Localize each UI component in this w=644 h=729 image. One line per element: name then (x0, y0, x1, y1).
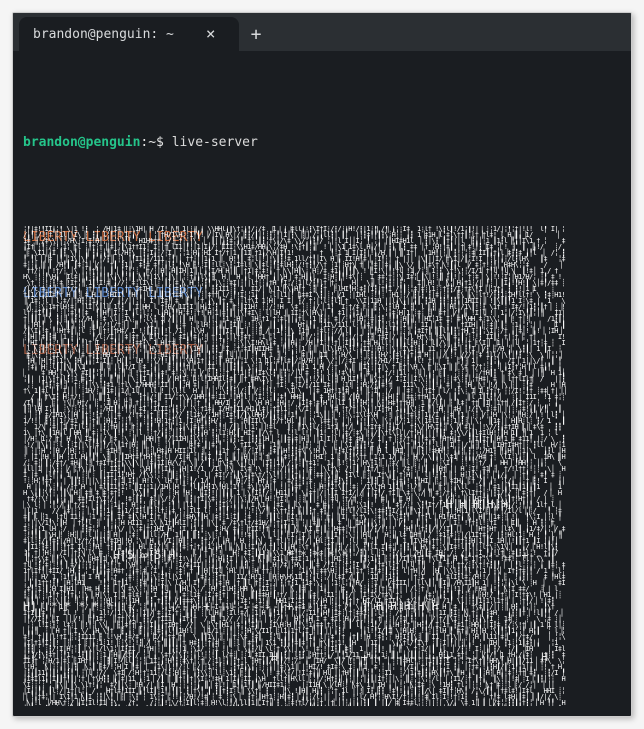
close-icon[interactable]: × (202, 24, 220, 44)
prompt-line: brandon@penguin:~$ live-server (23, 134, 621, 153)
plus-icon: + (251, 24, 262, 45)
terminal-tab[interactable]: brandon@penguin: ~ × (19, 17, 239, 51)
new-tab-button[interactable]: + (239, 17, 273, 51)
prompt-user-host: brandon@penguin (23, 135, 140, 150)
terminal-window: brandon@penguin: ~ × + brandon@penguin:~… (12, 12, 632, 717)
tab-title: brandon@penguin: ~ (33, 27, 174, 42)
prompt-path: :~$ (140, 135, 171, 150)
terminal-body[interactable]: brandon@penguin:~$ live-server LIBERTY L… (13, 51, 631, 716)
prompt-command: live-server (172, 135, 258, 150)
tab-bar: brandon@penguin: ~ × + (13, 13, 631, 51)
terminal-noise-output: ╎╿│‡!╿II╽╎╿ \│1 !┇ ╎ /H│1‡▕│┆\1H│▕H /I!▕… (23, 226, 621, 706)
